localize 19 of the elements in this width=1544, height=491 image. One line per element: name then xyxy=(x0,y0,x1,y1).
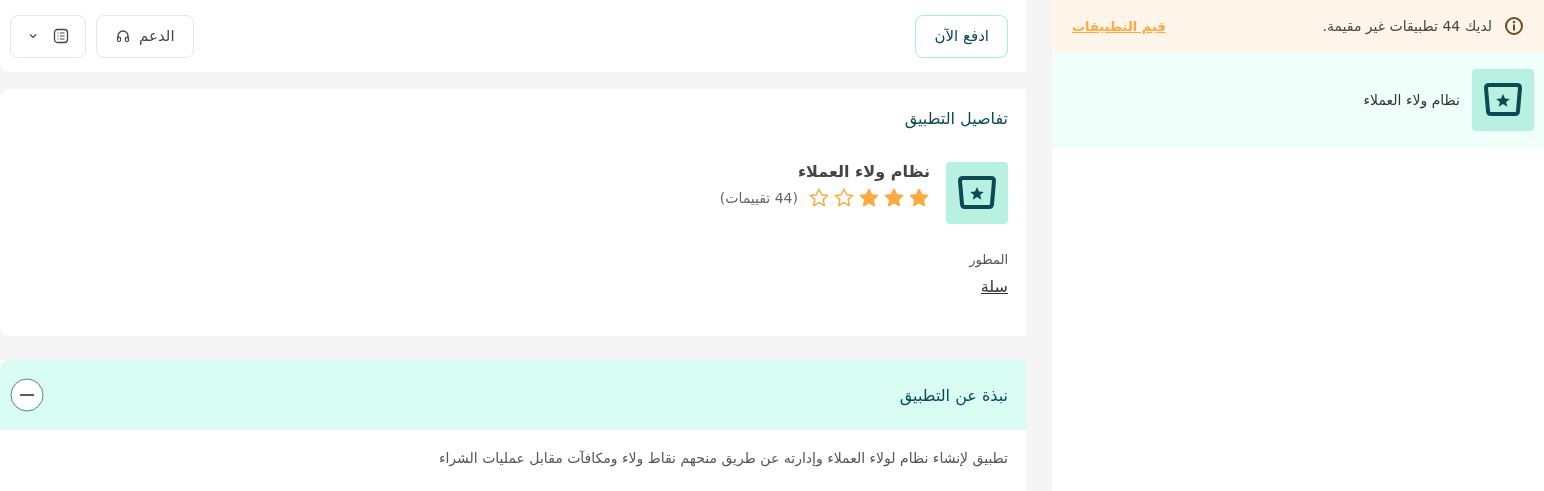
collapse-icon[interactable] xyxy=(10,378,44,412)
section-title: نبذة عن التطبيق xyxy=(899,385,1008,405)
app-icon xyxy=(946,162,1008,224)
sidebar-item[interactable]: نظام ولاء العملاء xyxy=(1052,52,1544,148)
headphones-icon xyxy=(115,28,131,44)
app-icon xyxy=(1472,69,1534,131)
app-name: نظام ولاء العملاء xyxy=(796,162,930,181)
support-button[interactable]: الدعم xyxy=(96,14,194,58)
about-header[interactable]: نبذة عن التطبيق xyxy=(0,360,1026,430)
notice-text: لديك 44 تطبيقات غير مقيمة. xyxy=(1322,18,1492,34)
section-title: تفاصيل التطبيق xyxy=(903,109,1008,128)
list-icon xyxy=(53,28,69,44)
developer-label: المطور xyxy=(967,252,1008,267)
pay-now-button[interactable]: ادفع الآن xyxy=(915,14,1008,58)
ratings-count: (44 تقييمات) xyxy=(719,190,798,206)
about-text: تطبيق لإنشاء نظام لولاء العملاء وإدارته عن طريق منحهم نقاط ولاء ومكافآت مقابل عمليات الشراء xyxy=(438,450,1008,466)
info-icon xyxy=(1504,16,1524,36)
list-menu-button[interactable] xyxy=(10,14,86,58)
developer-link[interactable]: سلة xyxy=(980,277,1008,296)
